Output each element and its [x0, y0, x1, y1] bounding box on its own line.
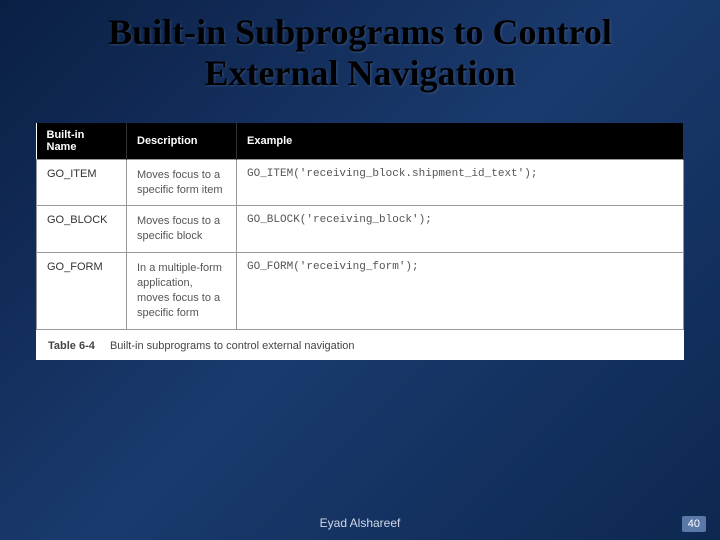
- caption-label: Table 6-4: [48, 340, 95, 352]
- table-row: GO_ITEM Moves focus to a specific form i…: [37, 159, 684, 206]
- table-container: Built-in Name Description Example GO_ITE…: [36, 123, 684, 360]
- title-line-2: External Navigation: [205, 53, 516, 93]
- col-header-example: Example: [237, 123, 684, 160]
- caption-text: Built-in subprograms to control external…: [110, 340, 355, 352]
- table-caption: Table 6-4 Built-in subprograms to contro…: [36, 330, 684, 360]
- cell-name: GO_ITEM: [37, 159, 127, 206]
- title-line-1: Built-in Subprograms to Control: [108, 12, 612, 52]
- cell-name: GO_BLOCK: [37, 206, 127, 253]
- table-header-row: Built-in Name Description Example: [37, 123, 684, 160]
- cell-example: GO_BLOCK('receiving_block');: [237, 206, 684, 253]
- cell-desc: Moves focus to a specific block: [127, 206, 237, 253]
- page-number: 40: [682, 516, 706, 532]
- col-header-name: Built-in Name: [37, 123, 127, 160]
- cell-example: GO_ITEM('receiving_block.shipment_id_tex…: [237, 159, 684, 206]
- slide-title: Built-in Subprograms to Control External…: [0, 0, 720, 95]
- table-row: GO_BLOCK Moves focus to a specific block…: [37, 206, 684, 253]
- cell-example: GO_FORM('receiving_form');: [237, 253, 684, 329]
- cell-desc: Moves focus to a specific form item: [127, 159, 237, 206]
- footer-author: Eyad Alshareef: [0, 516, 720, 530]
- col-header-desc: Description: [127, 123, 237, 160]
- cell-desc: In a multiple-form application, moves fo…: [127, 253, 237, 329]
- cell-name: GO_FORM: [37, 253, 127, 329]
- table-row: GO_FORM In a multiple-form application, …: [37, 253, 684, 329]
- builtins-table: Built-in Name Description Example GO_ITE…: [36, 123, 684, 330]
